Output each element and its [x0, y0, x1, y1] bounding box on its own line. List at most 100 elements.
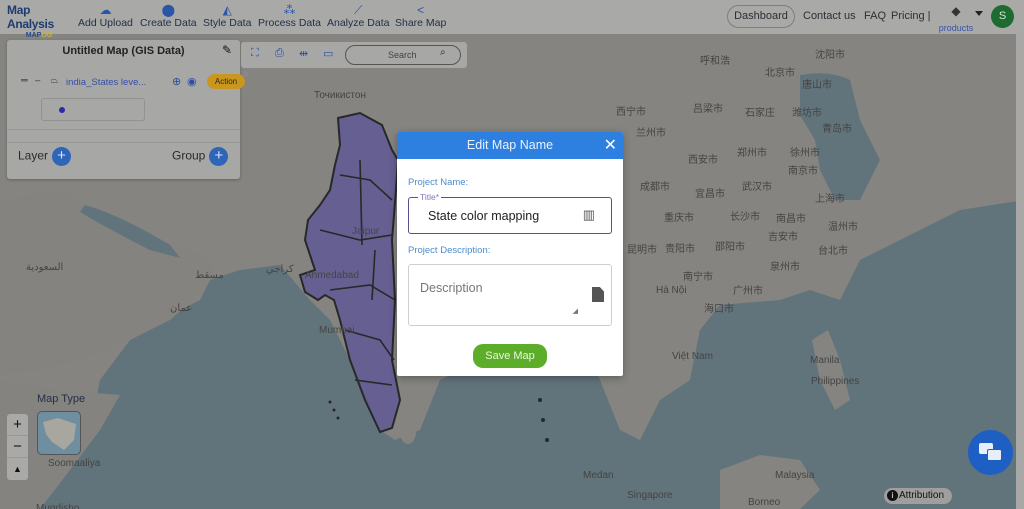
nav-style-data[interactable]: ◭ Style Data — [203, 3, 251, 29]
map-place-label: Việt Nam — [672, 351, 713, 362]
map-place-label: 贵阳市 — [665, 244, 695, 255]
faq-link[interactable]: FAQ — [864, 10, 886, 22]
map-place-label: Borneo — [748, 497, 781, 508]
top-navbar: Map Analysis MAPOG ☁ Add Upload ⬤ Create… — [0, 0, 1024, 39]
layer-item[interactable]: ═ – ⏢ india_States leve... ⊕ ◉ Action — [19, 71, 249, 91]
zoom-to-layer-icon[interactable]: ⊕ — [172, 75, 181, 88]
cloud-upload-icon: ☁ — [99, 3, 112, 17]
title-field[interactable]: Title* State color mapping ▥ — [408, 192, 612, 234]
zoom-out-button[interactable]: − — [7, 436, 28, 458]
map-place-label: Точикистон — [314, 90, 366, 101]
chevron-down-icon[interactable] — [975, 11, 983, 16]
reset-north-button[interactable]: ▲ — [7, 458, 28, 480]
map-place-label: Philippines — [811, 376, 860, 387]
map-place-label: Hà Nội — [656, 285, 687, 296]
nav-create-data[interactable]: ⬤ Create Data — [140, 3, 197, 29]
map-place-label: 南昌市 — [776, 214, 806, 225]
drag-handle-icon[interactable]: ═ — [21, 75, 28, 86]
analyze-icon: ⟋ — [354, 3, 363, 17]
collapse-icon[interactable]: – — [35, 75, 40, 86]
user-avatar[interactable]: S — [991, 5, 1014, 28]
cube-icon: ◆ — [951, 4, 961, 18]
pencil-icon[interactable]: ✎ — [222, 43, 232, 57]
map-icon: ▥ — [582, 207, 595, 222]
process-icon: ⁂ — [283, 3, 296, 17]
map-place-label: 沈阳市 — [815, 50, 845, 61]
brand-subtitle: MAPOG — [25, 32, 53, 39]
layer-legend — [41, 98, 145, 121]
nav-share-map[interactable]: < Share Map — [395, 3, 446, 29]
action-button[interactable]: Action — [207, 74, 245, 89]
focus-icon[interactable]: ⛶ — [251, 47, 259, 60]
edit-map-name-dialog: Edit Map Name ✕ Project Name: Title* Sta… — [397, 132, 623, 376]
close-icon[interactable]: ✕ — [604, 132, 617, 159]
map-place-label: 温州市 — [828, 222, 858, 233]
save-map-button[interactable]: Save Map — [473, 344, 547, 368]
map-toolbar: ⛶ ⎙ ⇹ ▭ Search ⌕ — [241, 42, 467, 68]
eye-icon[interactable]: ◉ — [187, 75, 197, 88]
paint-bucket-icon: ◭ — [222, 3, 232, 17]
legend-swatch — [59, 107, 65, 113]
map-place-label: Ahmedabad — [305, 270, 359, 281]
map-place-label: 兰州市 — [636, 128, 666, 139]
zoom-in-button[interactable]: + — [7, 414, 28, 436]
products-menu[interactable]: ◆ products — [938, 5, 974, 36]
map-place-label: كراجي — [266, 264, 294, 275]
plus-icon: + — [209, 147, 229, 166]
map-place-label: 上海市 — [815, 194, 845, 205]
project-name-label: Project Name: — [408, 177, 469, 188]
description-field[interactable]: Description ◢ — [408, 264, 612, 326]
search-icon[interactable]: ⌕ — [440, 47, 446, 58]
layer-panel: Untitled Map (GIS Data) ✎ ═ – ⏢ india_St… — [7, 40, 249, 179]
nav-analyze-data[interactable]: ⟋ Analyze Data — [327, 3, 389, 29]
map-place-label: 吕梁市 — [693, 104, 723, 115]
map-place-label: مسقط — [195, 270, 224, 281]
map-place-label: 徐州市 — [790, 148, 820, 159]
map-title: Untitled Map (GIS Data) — [62, 45, 185, 57]
contact-link[interactable]: Contact us — [803, 10, 856, 22]
add-layer-button[interactable]: Layer + — [18, 147, 72, 166]
nav-add-upload[interactable]: ☁ Add Upload — [78, 3, 133, 29]
map-place-label: 石家庄 — [745, 108, 775, 119]
description-placeholder: Description — [420, 281, 483, 295]
map-place-label: السعودية — [26, 262, 64, 273]
map-place-label: 泉州市 — [770, 262, 800, 273]
title-field-label: Title* — [418, 192, 442, 202]
comment-icon[interactable]: ▭ — [323, 47, 333, 60]
pricing-link[interactable]: Pricing | — [891, 10, 931, 22]
nav-process-data[interactable]: ⁂ Process Data — [258, 3, 321, 29]
map-place-label: 海口市 — [704, 304, 734, 315]
world-map-icon — [43, 418, 76, 450]
print-icon[interactable]: ⎙ — [275, 47, 284, 60]
map-type-label: Map Type — [37, 393, 86, 405]
map-place-label: 南京市 — [788, 166, 818, 177]
document-icon — [592, 287, 604, 302]
title-value[interactable]: State color mapping — [428, 209, 539, 223]
map-type-thumbnail[interactable] — [37, 411, 81, 455]
measure-icon[interactable]: ⇹ — [299, 47, 308, 60]
map-place-label: 西安市 — [688, 155, 718, 166]
map-place-label: Malaysia — [775, 470, 815, 481]
dashboard-button[interactable]: Dashboard — [727, 5, 795, 28]
chat-button[interactable] — [968, 430, 1013, 475]
scrollbar[interactable] — [1016, 34, 1024, 509]
map-place-label: 南宁市 — [683, 272, 713, 283]
map-place-label: Mugdisho — [36, 503, 80, 509]
map-place-label: 北京市 — [765, 68, 795, 79]
map-place-label: 潍坊市 — [792, 108, 822, 119]
map-place-label: 广州市 — [733, 286, 763, 297]
add-group-button[interactable]: Group + — [172, 147, 229, 166]
layer-name[interactable]: india_States leve... — [66, 77, 146, 88]
map-place-label: 郑州市 — [737, 148, 767, 159]
attribution-button[interactable]: i Attribution — [884, 488, 952, 504]
map-place-label: 吉安市 — [768, 232, 798, 243]
resize-handle-icon[interactable]: ◢ — [573, 307, 578, 315]
plus-icon: + — [52, 147, 72, 166]
map-place-label: 台北市 — [818, 246, 848, 257]
map-place-label: 邵阳市 — [715, 242, 745, 253]
brand-title: Map Analysis — [7, 3, 54, 31]
map-place-label: 成都市 — [640, 182, 670, 193]
status-dot — [243, 71, 249, 77]
brand-logo[interactable]: Map Analysis MAPOG — [7, 3, 71, 39]
app-root: 呼和浩 沈阳市 北京市 唐山市 西宁市 吕梁市 石家庄 潍坊市 兰州市 青岛市 西安市 郑州市 徐州市南… — [0, 0, 1024, 509]
